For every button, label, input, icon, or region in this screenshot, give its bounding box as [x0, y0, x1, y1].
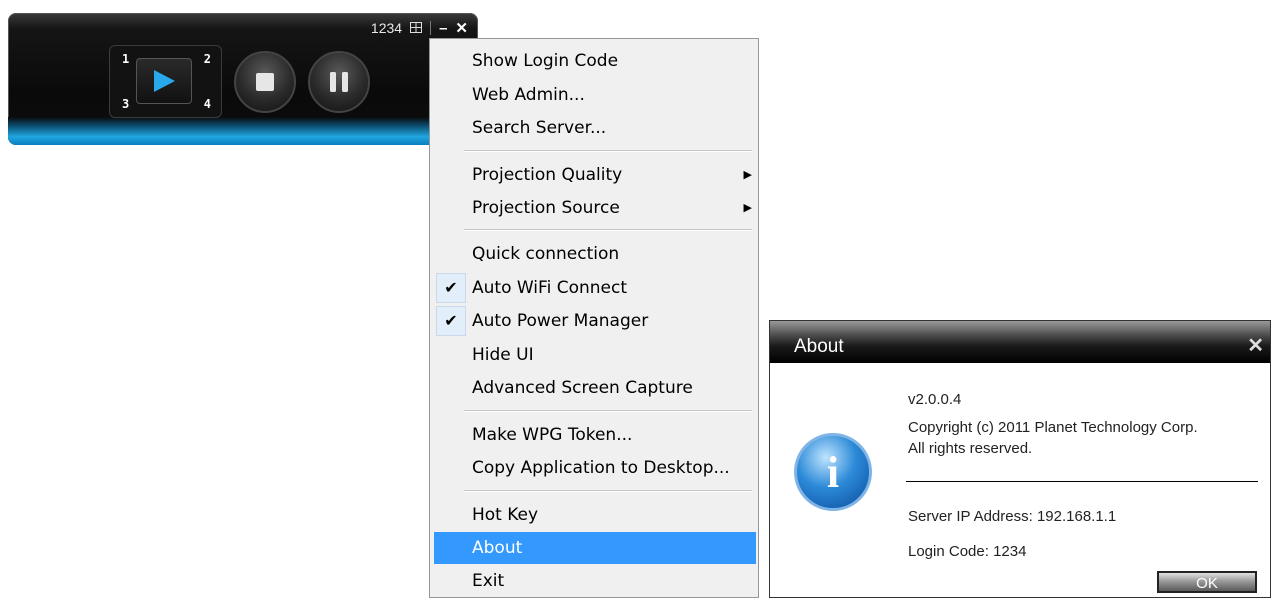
version-text: v2.0.0.4 — [908, 391, 962, 408]
toolbar-accent-bar — [8, 117, 478, 145]
menu-item-label: Quick connection — [472, 244, 620, 264]
stop-icon — [256, 73, 274, 91]
dialog-title-bar[interactable]: About — [770, 321, 1270, 363]
menu-item-label: Copy Application to Desktop... — [472, 458, 730, 478]
login-code-text: Login Code: 1234 — [908, 543, 1027, 560]
menu-separator — [464, 229, 752, 231]
login-code-display: 1234 — [370, 20, 403, 36]
menu-item-label: Projection Source — [472, 198, 620, 218]
dialog-title: About — [794, 336, 844, 357]
submenu-arrow-icon: ▶ — [743, 201, 752, 214]
menu-item-copy-application[interactable]: Copy Application to Desktop... — [434, 452, 756, 484]
close-button[interactable]: ✕ — [455, 19, 468, 37]
info-icon: i — [794, 433, 872, 511]
menu-item-label: Hide UI — [472, 345, 534, 365]
split-3-button[interactable]: 3 — [122, 97, 129, 111]
menu-separator — [464, 490, 752, 492]
layout-icon[interactable] — [410, 20, 423, 36]
ok-button[interactable]: OK — [1157, 571, 1257, 593]
menu-item-hot-key[interactable]: Hot Key — [434, 499, 756, 531]
menu-item-label: Auto Power Manager — [472, 311, 649, 331]
split-1-button[interactable]: 1 — [122, 52, 129, 66]
copyright-text: Copyright (c) 2011 Planet Technology Cor… — [908, 419, 1198, 436]
menu-item-advanced-screen-capture[interactable]: Advanced Screen Capture — [434, 372, 756, 404]
dialog-divider — [906, 481, 1258, 482]
server-ip-text: Server IP Address: 192.168.1.1 — [908, 508, 1117, 525]
menu-item-label: Projection Quality — [472, 165, 623, 185]
menu-item-label: About — [472, 538, 523, 558]
menu-item-make-wpg-token[interactable]: Make WPG Token... — [434, 419, 756, 451]
toolbar-divider — [430, 21, 432, 35]
toolbar-title-bar: 1234 – ✕ — [370, 19, 468, 38]
pause-button[interactable] — [308, 51, 370, 113]
split-4-button[interactable]: 4 — [204, 97, 211, 111]
menu-item-about[interactable]: About — [434, 532, 756, 564]
menu-item-quick-connection[interactable]: Quick connection — [434, 238, 756, 270]
menu-item-hide-ui[interactable]: Hide UI — [434, 339, 756, 371]
minimize-button[interactable]: – — [439, 20, 447, 37]
menu-separator — [464, 150, 752, 152]
menu-item-label: Auto WiFi Connect — [472, 278, 627, 298]
rights-text: All rights reserved. — [908, 440, 1033, 457]
split-2-button[interactable]: 2 — [204, 52, 211, 66]
about-dialog: About ✕ i v2.0.0.4 Copyright (c) 2011 Pl… — [769, 320, 1271, 598]
menu-item-show-login-code[interactable]: Show Login Code — [434, 45, 756, 77]
menu-item-label: Show Login Code — [472, 51, 619, 71]
menu-item-label: Exit — [472, 571, 505, 591]
checkmark-icon: ✔ — [436, 273, 466, 303]
checkmark-icon: ✔ — [436, 306, 466, 336]
menu-item-auto-power-manager[interactable]: ✔ Auto Power Manager — [434, 305, 756, 337]
menu-item-label: Web Admin... — [472, 85, 585, 105]
close-icon[interactable]: ✕ — [1247, 333, 1264, 358]
menu-item-label: Search Server... — [472, 118, 607, 138]
menu-item-auto-wifi-connect[interactable]: ✔ Auto WiFi Connect — [434, 272, 756, 304]
menu-item-projection-quality[interactable]: Projection Quality ▶ — [434, 159, 756, 191]
player-toolbar: 1234 – ✕ 1 2 3 4 — [8, 13, 478, 145]
menu-item-search-server[interactable]: Search Server... — [434, 112, 756, 144]
menu-item-projection-source[interactable]: Projection Source ▶ — [434, 192, 756, 224]
menu-item-web-admin[interactable]: Web Admin... — [434, 79, 756, 111]
menu-item-label: Hot Key — [472, 505, 539, 525]
play-button[interactable] — [136, 58, 192, 104]
menu-item-label: Make WPG Token... — [472, 425, 633, 445]
menu-item-label: Advanced Screen Capture — [472, 378, 693, 398]
stop-button[interactable] — [234, 51, 296, 113]
menu-item-exit[interactable]: Exit — [434, 565, 756, 597]
pause-icon — [330, 72, 348, 92]
context-menu: Show Login Code Web Admin... Search Serv… — [429, 38, 759, 598]
menu-separator — [464, 410, 752, 412]
submenu-arrow-icon: ▶ — [743, 168, 752, 181]
play-icon — [154, 70, 175, 92]
